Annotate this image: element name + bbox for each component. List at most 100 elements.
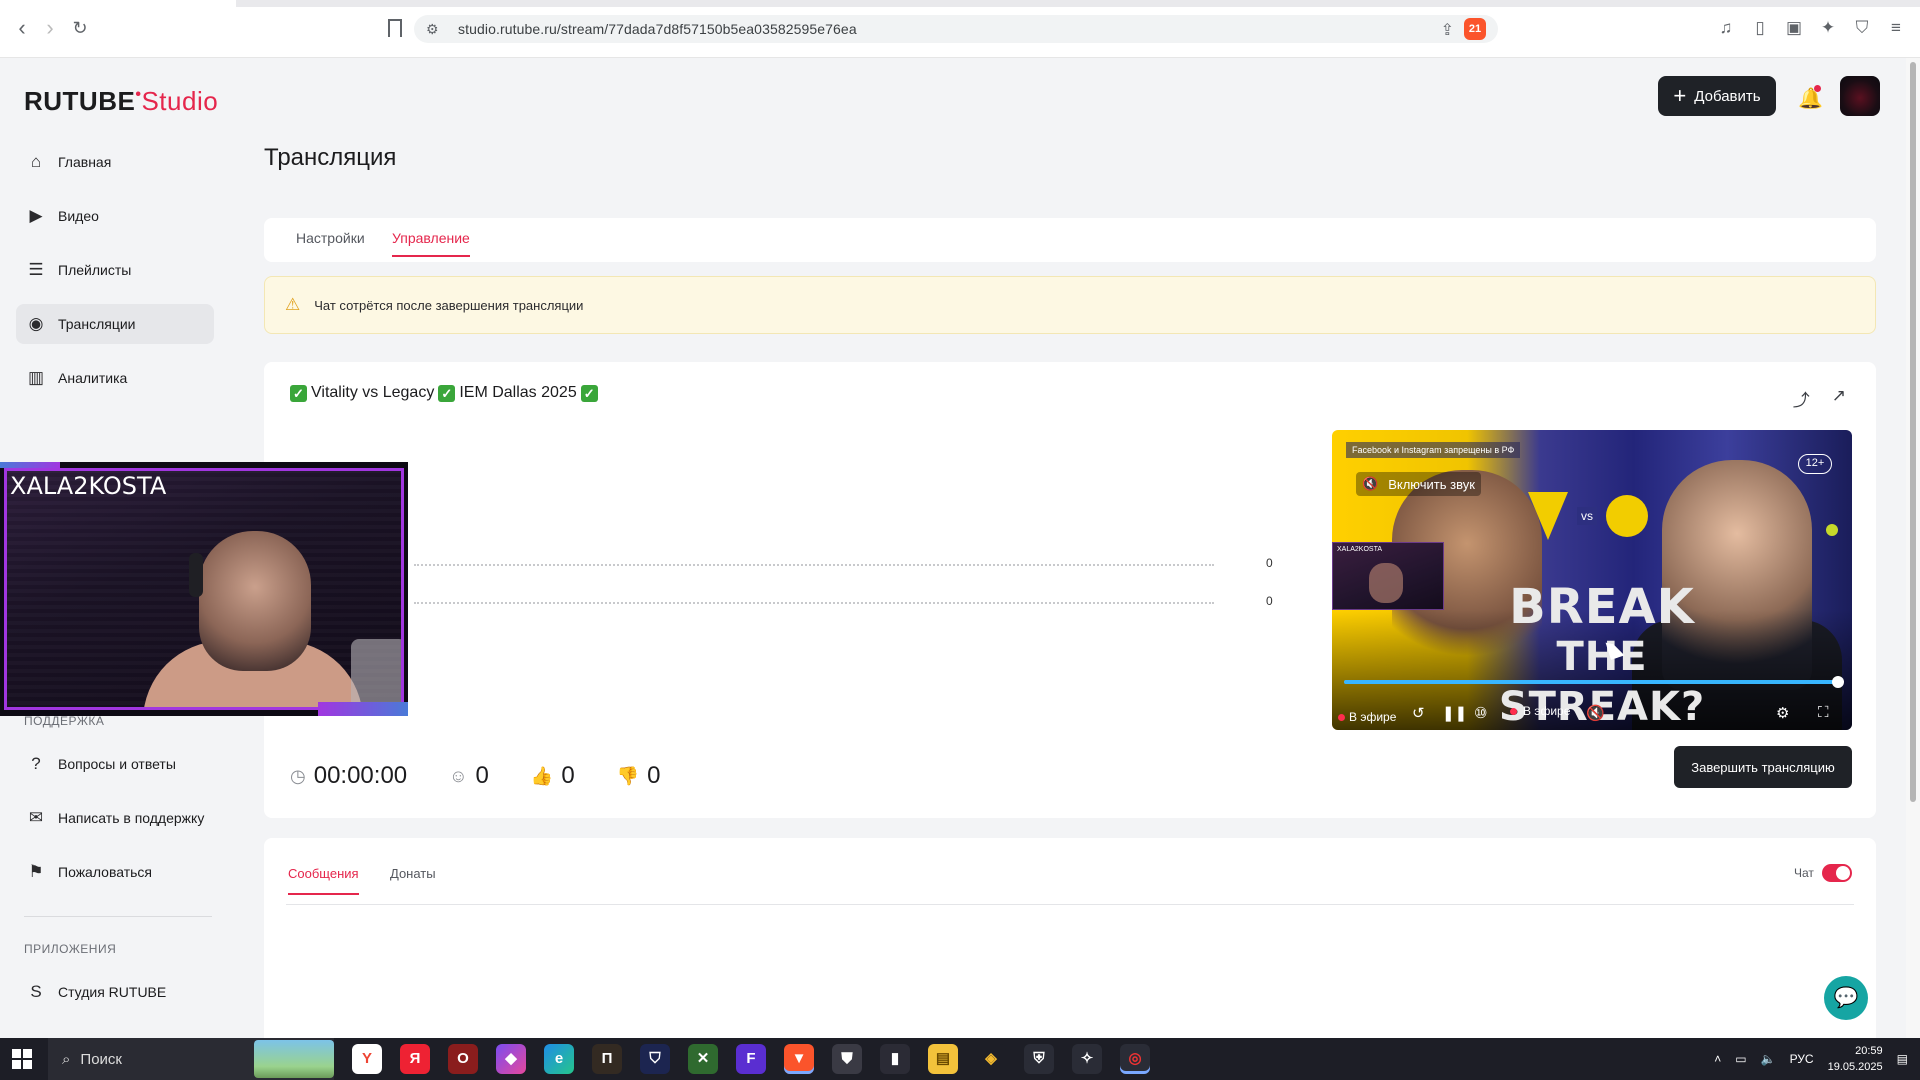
- progress-knob[interactable]: [1832, 676, 1844, 688]
- chart-app-icon[interactable]: ▮: [880, 1044, 910, 1074]
- address-bar[interactable]: ⚙ studio.rutube.ru/stream/77dada7d8f5715…: [414, 15, 1498, 43]
- valorant-icon[interactable]: ⛨: [1024, 1044, 1054, 1074]
- rutube-studio-logo[interactable]: RUTUBE•Studio: [24, 86, 218, 117]
- menu-icon[interactable]: ≡: [1886, 18, 1906, 38]
- taskbar-clock[interactable]: 20:59 19.05.2025: [1828, 1043, 1883, 1075]
- wallet-icon[interactable]: ▣: [1784, 18, 1804, 38]
- add-button[interactable]: + Добавить: [1658, 76, 1776, 116]
- edge-icon[interactable]: e: [544, 1044, 574, 1074]
- sidebar-item-contact-support[interactable]: ✉ Написать в поддержку: [16, 798, 214, 838]
- vitality-logo: [1528, 492, 1568, 540]
- tab-settings[interactable]: Настройки: [296, 230, 365, 246]
- xbox-icon[interactable]: ✕: [688, 1044, 718, 1074]
- help-icon: ?: [31, 754, 41, 773]
- likes-stat: 👍 0: [530, 762, 575, 789]
- chat-toggle-label: Чат: [1794, 866, 1814, 880]
- opera-icon[interactable]: O: [448, 1044, 478, 1074]
- game-launcher-icon[interactable]: ✧: [1072, 1044, 1102, 1074]
- notifications-bell-icon[interactable]: 🔔: [1798, 85, 1823, 110]
- taskbar-search[interactable]: ⌕ Поиск: [48, 1038, 334, 1080]
- video-progress-bar[interactable]: [1344, 676, 1844, 688]
- binance-icon[interactable]: ◈: [976, 1044, 1006, 1074]
- media-icon[interactable]: ♫: [1716, 18, 1736, 38]
- rewind-10-icon[interactable]: ⑩: [1474, 704, 1487, 722]
- vpn-app-icon[interactable]: ⛊: [832, 1044, 862, 1074]
- sidebar-item-report[interactable]: ⚑ Пожаловаться: [16, 852, 214, 892]
- end-stream-button[interactable]: Завершить трансляцию: [1674, 746, 1852, 788]
- weather-widget[interactable]: [254, 1040, 334, 1078]
- check-icon: ✓: [580, 384, 598, 402]
- network-icon[interactable]: ▭: [1735, 1052, 1746, 1066]
- windows-start-icon[interactable]: [12, 1049, 32, 1069]
- sidebar-item-analytics[interactable]: ▥ Аналитика: [16, 358, 214, 398]
- site-info-icon[interactable]: ⚙: [426, 21, 442, 37]
- video-icon: ▶: [29, 206, 43, 225]
- sidebar-item-faq[interactable]: ? Вопросы и ответы: [16, 744, 214, 784]
- browser-active-tab[interactable]: [0, 0, 236, 7]
- page-scrollbar[interactable]: [1906, 58, 1920, 1038]
- replay-icon[interactable]: ↺: [1412, 704, 1425, 722]
- webcam-overlay: XALA2KOSTA: [0, 462, 408, 716]
- scrollbar-thumb[interactable]: [1910, 62, 1916, 802]
- unmute-button[interactable]: 🔇 Включить звук: [1356, 472, 1481, 496]
- live-indicator: В эфире: [1338, 710, 1396, 724]
- chart-value: 0: [1266, 556, 1273, 570]
- faceit-icon[interactable]: F: [736, 1044, 766, 1074]
- plus-icon: +: [1673, 83, 1687, 108]
- sidebar-item-broadcasts[interactable]: ◉ Трансляции: [16, 304, 214, 344]
- pause-icon[interactable]: ❚❚: [1442, 704, 1467, 722]
- support-heading: ПОДДЕРЖКА: [24, 714, 105, 728]
- file-explorer-icon[interactable]: ▤: [928, 1044, 958, 1074]
- app-icon[interactable]: ◆: [496, 1044, 526, 1074]
- fullscreen-icon[interactable]: ⛶: [1818, 704, 1829, 721]
- studio-app-icon: S: [30, 982, 42, 1001]
- sidebar-item-playlists[interactable]: ☰ Плейлисты: [16, 250, 214, 290]
- home-icon: ⌂: [30, 152, 42, 171]
- obs-icon[interactable]: ◎: [1120, 1044, 1150, 1074]
- sidebar-toggle-icon[interactable]: ▯: [1750, 18, 1770, 38]
- volume-icon[interactable]: 🔈: [1761, 1052, 1776, 1066]
- support-chat-button[interactable]: 💬: [1824, 976, 1868, 1020]
- legacy-logo: [1606, 495, 1648, 537]
- notifications-icon[interactable]: ▤: [1897, 1052, 1908, 1066]
- vpn-icon[interactable]: ⛉: [1852, 18, 1872, 38]
- chart-line: [414, 564, 1214, 566]
- tray-expand-icon[interactable]: ˄: [1714, 1052, 1721, 1066]
- restriction-banner: Facebook и Instagram запрещены в РФ: [1346, 442, 1521, 458]
- url-text[interactable]: studio.rutube.ru/stream/77dada7d8f57150b…: [458, 21, 857, 37]
- brave-icon[interactable]: ▼: [784, 1044, 814, 1074]
- list-icon: ☰: [28, 260, 44, 279]
- viewers-icon: ☺: [449, 765, 468, 786]
- share-icon[interactable]: ⇪: [1441, 20, 1454, 40]
- tab-management[interactable]: Управление: [392, 230, 470, 257]
- yandex-icon[interactable]: Y: [352, 1044, 382, 1074]
- settings-icon[interactable]: ⚙: [1776, 704, 1789, 722]
- shield-app-icon[interactable]: ⛉: [640, 1044, 670, 1074]
- language-indicator[interactable]: РУС: [1790, 1052, 1814, 1066]
- yandex-browser-icon[interactable]: Я: [400, 1044, 430, 1074]
- stream-preview-player[interactable]: vs BREAK THE STREAK? Facebook и Instagra…: [1332, 430, 1852, 730]
- chat-toggle[interactable]: [1822, 864, 1852, 882]
- age-rating-badge: 12+: [1798, 454, 1832, 474]
- sidebar-item-video[interactable]: ▶ Видео: [16, 196, 214, 236]
- reload-icon[interactable]: ↻: [68, 16, 92, 40]
- sidebar-item-studio-app[interactable]: S Студия RUTUBE: [16, 972, 214, 1012]
- bookmark-icon[interactable]: [388, 19, 402, 37]
- open-external-icon[interactable]: ↗: [1832, 386, 1846, 411]
- brave-shields-icon[interactable]: 21: [1464, 18, 1486, 40]
- tab-donations[interactable]: Донаты: [390, 866, 436, 881]
- volume-muted-icon[interactable]: 🔇: [1586, 704, 1605, 722]
- search-icon: ⌕: [62, 1050, 71, 1068]
- chart-value: 0: [1266, 594, 1273, 608]
- status-dot: [1826, 524, 1838, 536]
- avatar[interactable]: [1840, 76, 1880, 116]
- game-icon[interactable]: Π: [592, 1044, 622, 1074]
- tab-messages[interactable]: Сообщения: [288, 866, 359, 895]
- headphones: [189, 553, 203, 597]
- share-icon[interactable]: ⤴: [1793, 386, 1810, 411]
- forward-icon[interactable]: ›: [38, 16, 62, 40]
- sidebar-item-home[interactable]: ⌂ Главная: [16, 142, 214, 182]
- back-icon[interactable]: ‹: [10, 16, 34, 40]
- live-badge[interactable]: В эфире: [1510, 704, 1570, 718]
- rewards-icon[interactable]: ✦: [1818, 18, 1838, 38]
